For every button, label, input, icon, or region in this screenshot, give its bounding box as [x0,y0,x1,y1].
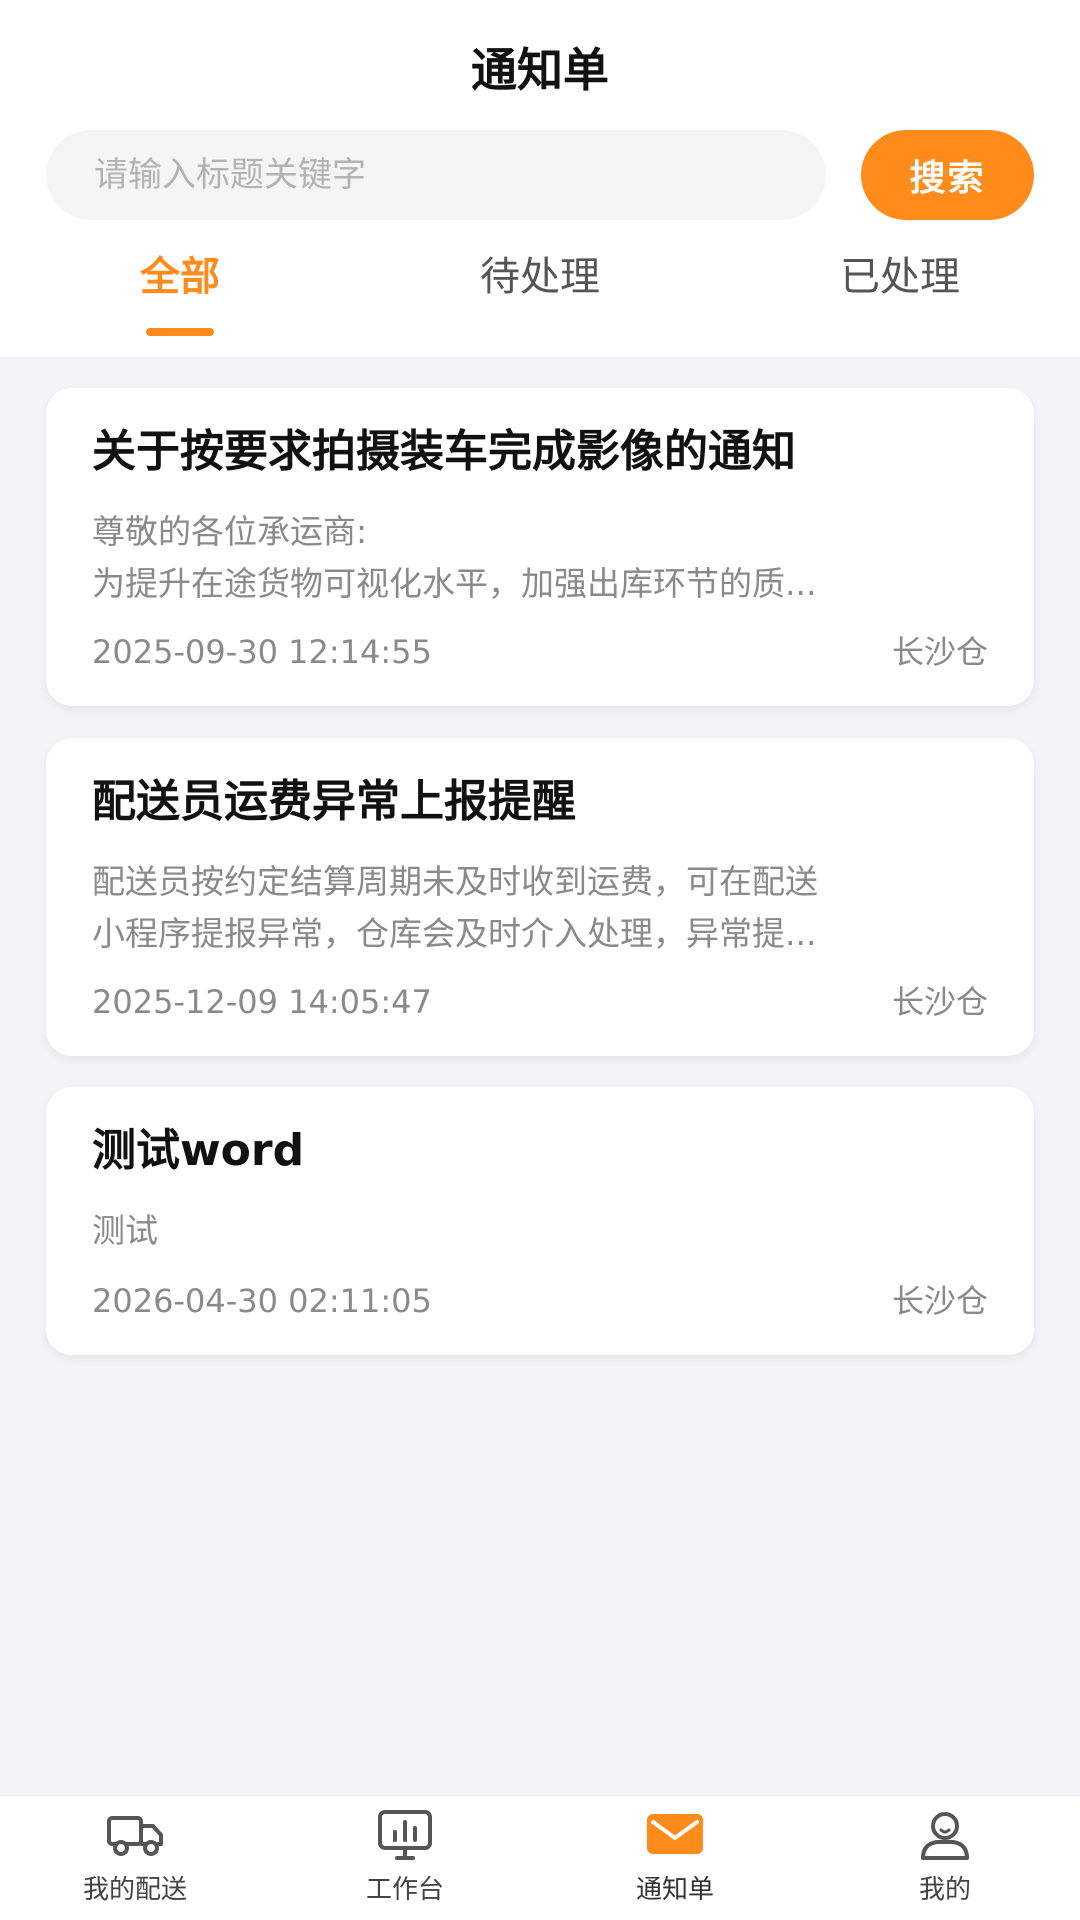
mail-icon [645,1808,705,1862]
notice-body: 测试 [92,1205,992,1257]
tab-label: 待处理 [480,254,600,300]
nav-label: 我的配送 [82,1875,187,1905]
tab-pending[interactable]: 待处理 [360,240,720,350]
filter-tabs: 全部 待处理 已处理 [0,240,1080,350]
notice-time: 2025-09-30 12:14:55 [92,633,432,671]
search-button[interactable]: 搜索 [861,130,1034,220]
notice-time: 2026-04-30 02:11:05 [92,1282,432,1320]
notice-title: 关于按要求拍摄装车完成影像的通知 [92,426,796,477]
search-input[interactable] [46,130,826,220]
truck-icon [105,1808,165,1862]
notice-title: 测试word [92,1125,305,1176]
nav-label: 通知单 [635,1875,714,1905]
notice-body-line: 测试 [92,1211,158,1250]
page-title: 通知单 [471,43,609,97]
tab-label: 已处理 [840,254,960,300]
notice-time: 2025-12-09 14:05:47 [92,983,432,1021]
monitor-chart-icon [375,1808,435,1862]
nav-label: 我的 [918,1875,971,1905]
notice-location: 长沙仓 [891,983,988,1021]
nav-my-delivery[interactable]: 我的配送 [0,1796,270,1920]
header: 通知单 搜索 全部 待处理 已处理 [0,0,1080,357]
notice-body-line: 为提升在途货物可视化水平，加强出库环节的质... [92,564,817,603]
notice-card[interactable]: 关于按要求拍摄装车完成影像的通知 尊敬的各位承运商: 为提升在途货物可视化水平，… [46,388,1034,706]
notice-body-line: 配送员按约定结算周期未及时收到运费，可在配送 [92,862,818,901]
nav-label: 工作台 [365,1875,444,1905]
active-tab-indicator [146,328,214,336]
notice-body: 尊敬的各位承运商: 为提升在途货物可视化水平，加强出库环节的质... [92,506,992,610]
notice-card[interactable]: 测试word 测试 2026-04-30 02:11:05 长沙仓 [46,1087,1034,1355]
nav-notices[interactable]: 通知单 [540,1796,810,1920]
tab-processed[interactable]: 已处理 [720,240,1080,350]
notice-body-line: 小程序提报异常，仓库会及时介入处理，异常提... [92,914,817,953]
bottom-nav: 我的配送 工作台 通知单 我的 [0,1795,1080,1920]
notice-body-line: 尊敬的各位承运商: [92,512,368,551]
notice-location: 长沙仓 [891,633,988,671]
notice-card[interactable]: 配送员运费异常上报提醒 配送员按约定结算周期未及时收到运费，可在配送 小程序提报… [46,738,1034,1056]
notice-title: 配送员运费异常上报提醒 [92,776,576,827]
user-icon [915,1808,975,1862]
notice-body: 配送员按约定结算周期未及时收到运费，可在配送 小程序提报异常，仓库会及时介入处理… [92,856,992,960]
notice-location: 长沙仓 [891,1282,988,1320]
tab-label: 全部 [140,254,220,300]
nav-workbench[interactable]: 工作台 [270,1796,540,1920]
tab-all[interactable]: 全部 [0,240,360,350]
nav-mine[interactable]: 我的 [810,1796,1080,1920]
